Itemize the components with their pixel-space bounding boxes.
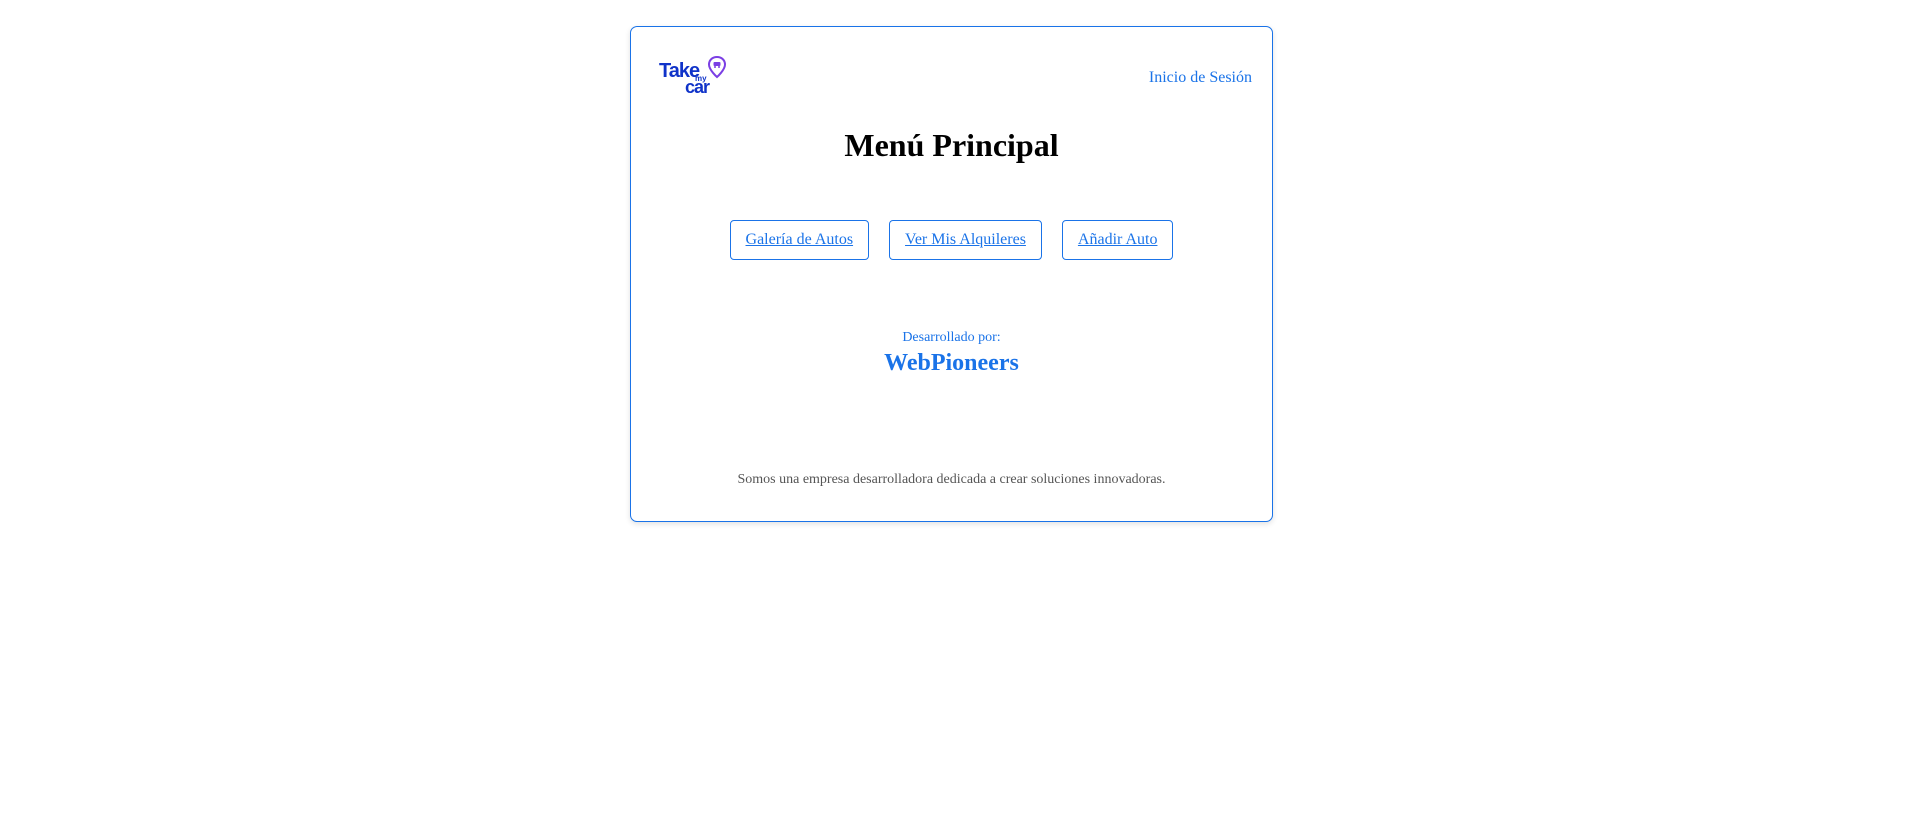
svg-text:car: car (685, 77, 710, 97)
header: Take my car Inicio de Sesión (631, 27, 1272, 117)
take-my-car-logo: Take my car (659, 55, 727, 97)
car-gallery-button[interactable]: Galería de Autos (729, 220, 870, 260)
my-rentals-button[interactable]: Ver Mis Alquileres (889, 220, 1042, 260)
page-title: Menú Principal (844, 127, 1059, 163)
add-car-button[interactable]: Añadir Auto (1061, 220, 1174, 260)
main-menu-card: Take my car Inicio de Sesión Menú Princi… (630, 26, 1273, 522)
login-link[interactable]: Inicio de Sesión (1149, 69, 1252, 87)
credits: Desarrollado por: WebPioneers (631, 330, 1272, 377)
location-pin-icon (707, 55, 727, 79)
credits-label: Desarrollado por: (902, 330, 1001, 345)
credits-team-name: WebPioneers (884, 350, 1019, 376)
main-nav: Galería de Autos Ver Mis Alquileres Añad… (631, 220, 1272, 260)
footer-text: Somos una empresa desarrolladora dedicad… (737, 472, 1166, 487)
